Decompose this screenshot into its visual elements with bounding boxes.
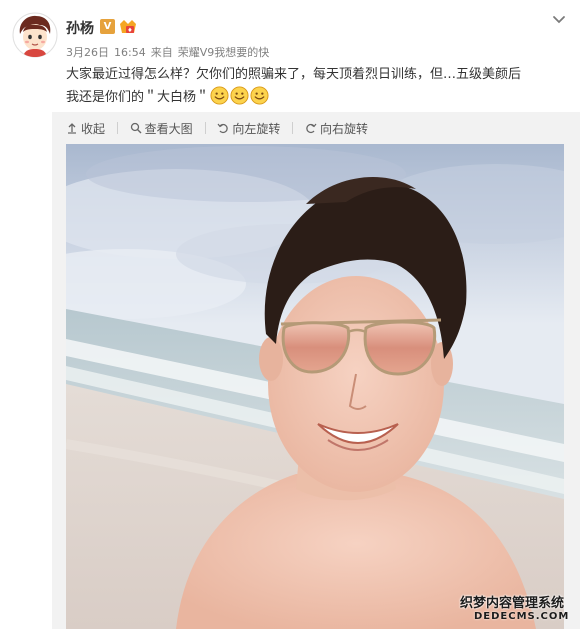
view-large-label: 查看大图 bbox=[144, 121, 193, 136]
username[interactable]: 孙杨 bbox=[66, 18, 94, 38]
toolbar-divider bbox=[116, 122, 118, 134]
avatar[interactable] bbox=[12, 12, 58, 58]
rotate-right-label: 向右旋转 bbox=[320, 121, 369, 136]
toolbar-divider bbox=[292, 122, 294, 134]
watermark: 织梦内容管理系统 DEDECMS.COM bbox=[460, 592, 569, 622]
rotate-right-icon bbox=[306, 123, 317, 134]
post-photo[interactable] bbox=[66, 144, 564, 629]
post-text-line-1: 大家最近过得怎么样？欠你们的照骗来了，每天顶着烈日训练，但…五级美颜后 bbox=[66, 67, 522, 82]
source-device[interactable]: 荣耀V9 bbox=[178, 46, 215, 59]
smile-emoji bbox=[250, 86, 269, 105]
smile-emoji bbox=[230, 86, 249, 105]
rotate-left-label: 向左旋转 bbox=[232, 121, 281, 136]
post-text: 大家最近过得怎么样？欠你们的照骗来了，每天顶着烈日训练，但…五级美颜后 我还是你… bbox=[66, 64, 568, 109]
watermark-subtitle: DEDECMS.COM bbox=[474, 611, 570, 622]
source-slogan[interactable]: 我想要的快 bbox=[214, 46, 269, 59]
source-prefix: 来自 bbox=[150, 46, 173, 59]
collapse-button[interactable]: 收起 bbox=[66, 120, 105, 136]
toolbar-divider bbox=[204, 122, 206, 134]
collapse-label: 收起 bbox=[81, 121, 106, 136]
rotate-right-button[interactable]: 向右旋转 bbox=[305, 120, 368, 136]
svg-text:♦: ♦ bbox=[127, 27, 132, 34]
vip-badge[interactable]: V bbox=[100, 19, 115, 34]
media-panel: 收起 查看大图 向左旋转 向右旋转 bbox=[52, 112, 580, 629]
media-toolbar: 收起 查看大图 向左旋转 向右旋转 bbox=[66, 120, 368, 136]
magnifier-icon bbox=[130, 122, 142, 134]
rotate-left-icon bbox=[217, 123, 229, 134]
post-time[interactable]: 16:54 bbox=[114, 46, 146, 59]
member-badge-icon[interactable]: ♦ bbox=[118, 18, 138, 36]
post-meta: 3月26日 16:54 来自 荣耀V9我想要的快 bbox=[66, 44, 269, 60]
chevron-down-icon[interactable] bbox=[552, 12, 566, 26]
view-large-button[interactable]: 查看大图 bbox=[130, 120, 193, 136]
smile-emoji bbox=[210, 86, 229, 105]
rotate-left-button[interactable]: 向左旋转 bbox=[217, 120, 280, 136]
watermark-title: 织梦内容管理系统 bbox=[460, 596, 565, 611]
post-date[interactable]: 3月26日 bbox=[66, 46, 109, 59]
post-text-line-2: 我还是你们的＂大白杨＂ bbox=[66, 90, 210, 105]
arrow-up-icon bbox=[68, 123, 76, 134]
